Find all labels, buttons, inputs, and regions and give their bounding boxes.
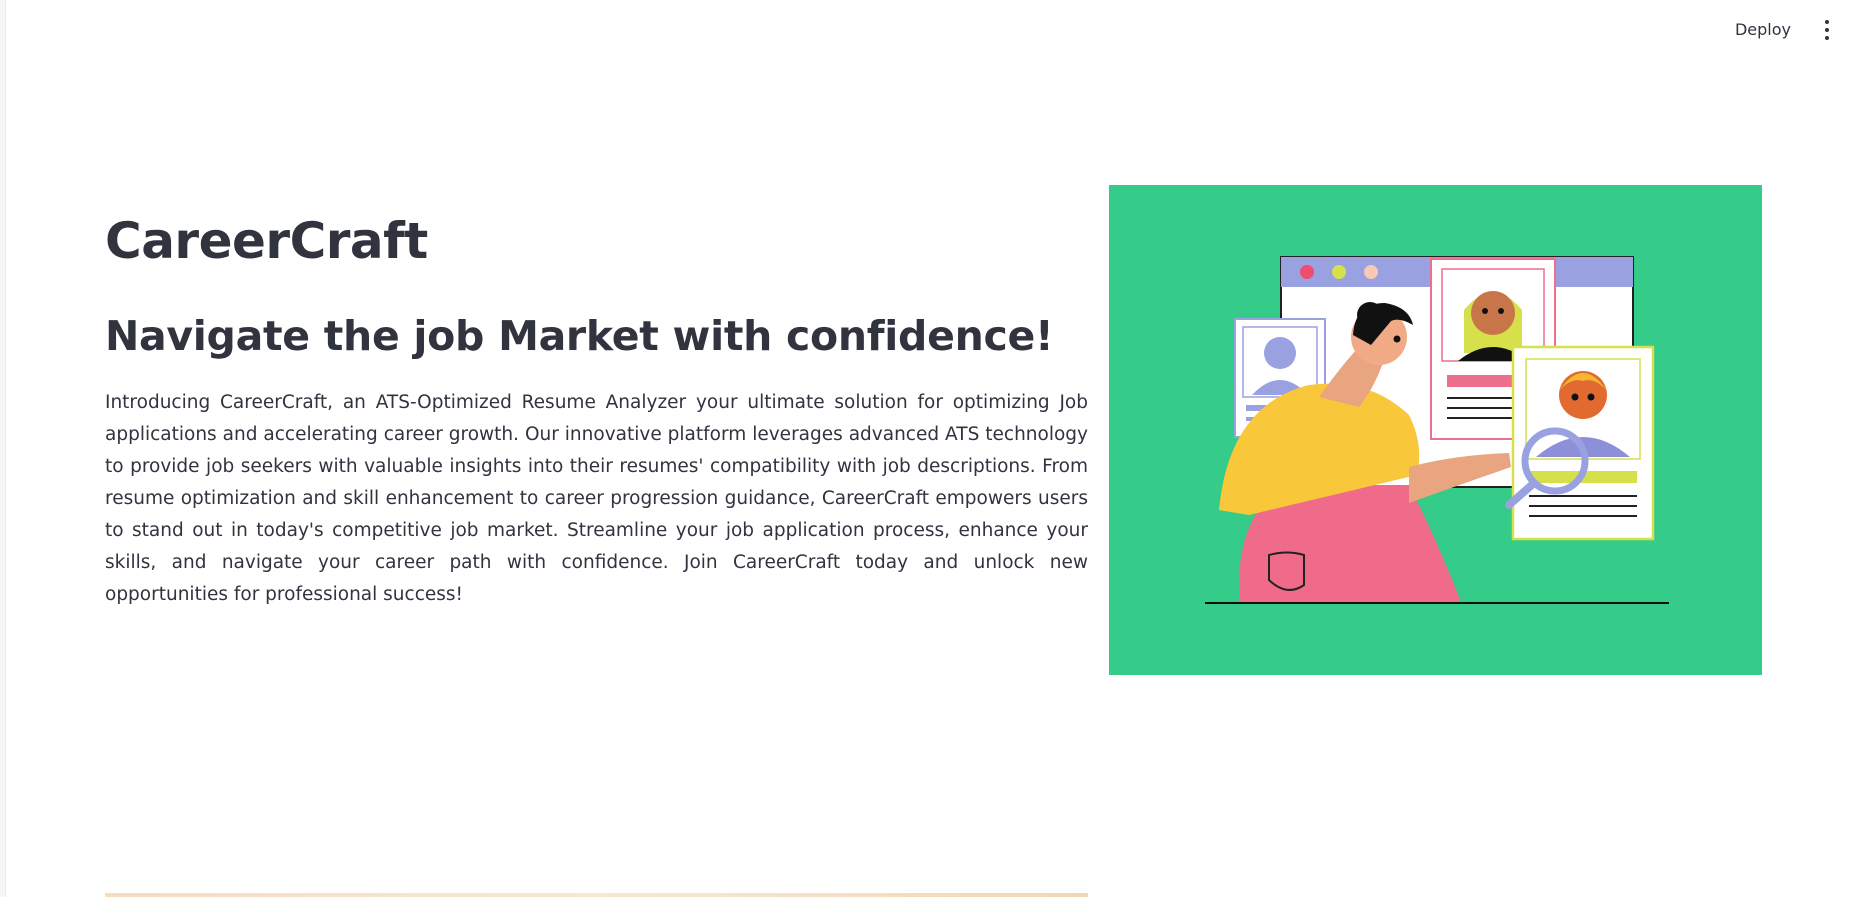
sidebar-edge — [0, 0, 6, 897]
resume-review-illustration — [1205, 256, 1669, 604]
hero-illustration — [1109, 185, 1762, 675]
intro-paragraph: Introducing CareerCraft, an ATS-Optimize… — [105, 392, 1088, 605]
hero-text-column: CareerCraft Navigate the job Market with… — [105, 206, 1088, 611]
deploy-button[interactable]: Deploy — [1731, 14, 1795, 45]
app-title: CareerCraft — [105, 212, 428, 270]
app-toolbar: Deploy — [1731, 14, 1837, 45]
next-section-banner-edge — [105, 893, 1088, 897]
more-vertical-icon[interactable] — [1817, 16, 1837, 44]
hero-tagline: Navigate the job Market with confidence! — [105, 312, 1054, 360]
